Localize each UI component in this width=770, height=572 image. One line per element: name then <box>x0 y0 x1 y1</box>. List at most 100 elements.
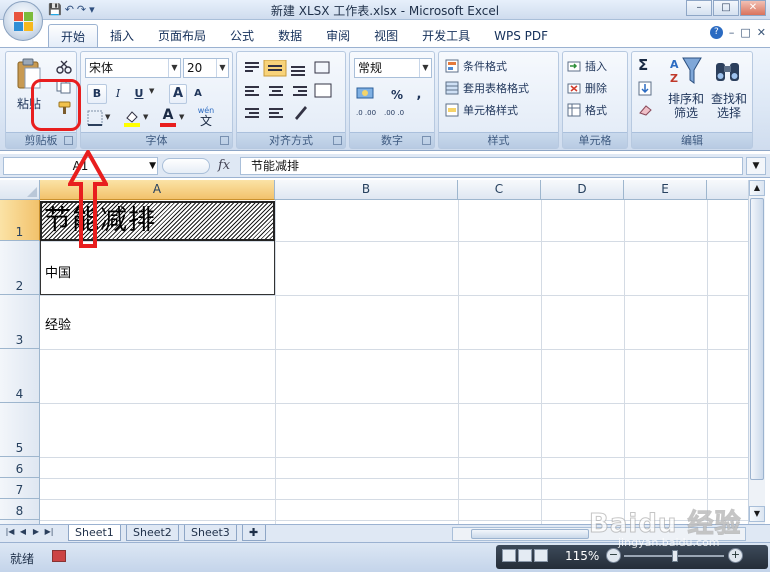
conditional-format-button[interactable]: 条件格式 <box>463 58 507 74</box>
increase-decimal-button[interactable]: .0 .00 <box>356 109 378 117</box>
row-header-3[interactable]: 3 <box>0 295 40 349</box>
tab-data[interactable]: 数据 <box>266 24 314 48</box>
page-break-view-icon[interactable] <box>534 549 548 562</box>
number-format-combo[interactable]: 常规 ▼ <box>354 58 432 78</box>
row-header-4[interactable]: 4 <box>0 349 40 403</box>
column-header-f[interactable] <box>707 180 748 200</box>
delete-cells-button[interactable]: 删除 <box>585 80 607 96</box>
last-sheet-icon[interactable]: ▶| <box>43 527 55 536</box>
chevron-down-icon[interactable]: ▼ <box>216 59 228 77</box>
workbook-restore-button[interactable]: □ <box>740 26 750 39</box>
percent-button[interactable]: % <box>388 85 406 105</box>
tab-insert[interactable]: 插入 <box>98 24 146 48</box>
tab-view[interactable]: 视图 <box>362 24 410 48</box>
tab-page-layout[interactable]: 页面布局 <box>146 24 218 48</box>
macro-record-icon[interactable] <box>52 550 66 562</box>
italic-button[interactable]: I <box>109 84 127 104</box>
zoom-out-icon[interactable]: − <box>606 548 621 563</box>
tab-developer[interactable]: 开发工具 <box>410 24 482 48</box>
help-icon[interactable]: ? <box>709 26 723 39</box>
expand-formula-bar-icon[interactable]: ▼ <box>746 157 766 175</box>
bold-button[interactable]: B <box>87 84 107 104</box>
clipboard-launcher-icon[interactable] <box>64 136 73 145</box>
font-color-icon[interactable]: A <box>159 107 177 127</box>
close-button[interactable]: ✕ <box>740 0 766 16</box>
find-select-button[interactable]: 查找和 选择 <box>709 92 749 120</box>
decrease-decimal-button[interactable]: .00 .0 <box>384 109 406 117</box>
phonetic-icon[interactable]: wén 文 <box>193 107 219 129</box>
maximize-button[interactable]: □ <box>713 0 739 16</box>
worksheet-grid[interactable]: A B C D E 1 2 3 4 5 6 7 8 9 节能减排 中国 经验 <box>0 180 748 524</box>
row-header-5[interactable]: 5 <box>0 403 40 457</box>
font-color-dropdown-icon[interactable]: ▼ <box>179 113 184 121</box>
underline-dropdown-icon[interactable]: ▼ <box>149 87 154 95</box>
comma-button[interactable]: , <box>412 85 426 105</box>
new-sheet-icon[interactable]: ✚ <box>242 525 266 541</box>
table-format-button[interactable]: 套用表格格式 <box>463 80 529 96</box>
autosum-icon[interactable]: Σ <box>638 56 648 74</box>
horizontal-scroll-thumb[interactable] <box>471 529 589 539</box>
fill-down-icon[interactable] <box>638 81 654 97</box>
format-cells-button[interactable]: 格式 <box>585 102 607 118</box>
column-header-c[interactable]: C <box>458 180 541 200</box>
minimize-button[interactable]: – <box>686 0 712 16</box>
select-all-corner[interactable] <box>0 180 40 200</box>
chevron-down-icon[interactable]: ▼ <box>168 59 180 77</box>
formula-bar-resize-handle[interactable] <box>162 158 210 174</box>
alignment-buttons-icon[interactable] <box>243 60 341 122</box>
font-name-combo[interactable]: 宋体 ▼ <box>85 58 181 78</box>
next-sheet-icon[interactable]: ▶ <box>30 527 42 536</box>
sheet-tab-2[interactable]: Sheet2 <box>126 525 179 541</box>
row-header-7[interactable]: 7 <box>0 478 40 499</box>
cell-styles-button[interactable]: 单元格样式 <box>463 102 518 118</box>
fill-dropdown-icon[interactable]: ▼ <box>143 113 148 121</box>
vertical-scrollbar[interactable]: ▲ ▼ <box>748 180 765 524</box>
page-layout-view-icon[interactable] <box>518 549 532 562</box>
scroll-up-icon[interactable]: ▲ <box>749 180 765 196</box>
tab-formulas[interactable]: 公式 <box>218 24 266 48</box>
column-header-d[interactable]: D <box>541 180 624 200</box>
clear-icon[interactable] <box>638 103 654 117</box>
column-header-e[interactable]: E <box>624 180 707 200</box>
zoom-in-icon[interactable]: + <box>728 548 743 563</box>
border-dropdown-icon[interactable]: ▼ <box>105 113 110 121</box>
chevron-down-icon[interactable]: ▼ <box>149 158 156 174</box>
office-button[interactable] <box>3 1 43 41</box>
zoom-level[interactable]: 115% <box>565 549 599 563</box>
zoom-slider-knob[interactable] <box>672 550 678 562</box>
normal-view-icon[interactable] <box>502 549 516 562</box>
scroll-down-icon[interactable]: ▼ <box>749 506 765 522</box>
font-launcher-icon[interactable] <box>220 136 229 145</box>
row-header-1[interactable]: 1 <box>0 200 40 241</box>
cell-a3[interactable]: 经验 <box>45 314 71 333</box>
insert-cells-button[interactable]: 插入 <box>585 58 607 74</box>
workbook-minimize-button[interactable]: – <box>729 26 735 39</box>
tab-review[interactable]: 审阅 <box>314 24 362 48</box>
grow-font-button[interactable]: A <box>169 84 187 104</box>
sort-filter-button[interactable]: 排序和 筛选 <box>666 92 706 120</box>
insert-function-icon[interactable]: fx <box>218 158 230 173</box>
chevron-down-icon[interactable]: ▼ <box>419 59 431 77</box>
row-header-6[interactable]: 6 <box>0 457 40 478</box>
shrink-font-button[interactable]: A <box>189 84 207 104</box>
formula-input[interactable]: 节能减排 <box>240 157 743 175</box>
workbook-close-button[interactable]: ✕ <box>757 26 766 39</box>
cell-a2[interactable]: 中国 <box>45 262 71 281</box>
tab-wps-pdf[interactable]: WPS PDF <box>482 24 560 48</box>
number-launcher-icon[interactable] <box>422 136 431 145</box>
cut-icon[interactable] <box>56 60 72 74</box>
row-header-2[interactable]: 2 <box>0 241 40 295</box>
underline-button[interactable]: U <box>130 84 148 104</box>
sheet-tab-3[interactable]: Sheet3 <box>184 525 237 541</box>
font-size-combo[interactable]: 20 ▼ <box>183 58 229 78</box>
vertical-scroll-thumb[interactable] <box>750 198 764 480</box>
column-header-b[interactable]: B <box>275 180 458 200</box>
alignment-launcher-icon[interactable] <box>333 136 342 145</box>
prev-sheet-icon[interactable]: ◀ <box>17 527 29 536</box>
sheet-tab-1[interactable]: Sheet1 <box>68 525 121 541</box>
fill-color-icon[interactable] <box>123 109 141 127</box>
border-icon[interactable] <box>87 110 103 126</box>
tab-home[interactable]: 开始 <box>48 24 99 48</box>
first-sheet-icon[interactable]: |◀ <box>4 527 16 536</box>
currency-icon[interactable] <box>356 86 376 102</box>
